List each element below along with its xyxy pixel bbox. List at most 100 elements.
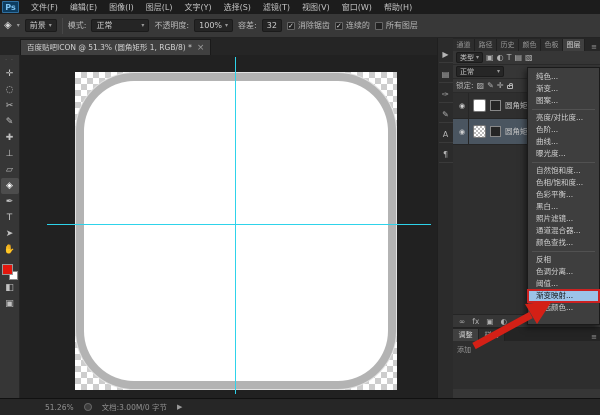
pen-tool[interactable]: ✒ bbox=[1, 194, 19, 210]
eraser-tool[interactable]: ▱ bbox=[1, 162, 19, 178]
path-selection-tool[interactable]: ➤ bbox=[1, 226, 19, 242]
lock-transparency-icon[interactable]: ▨ bbox=[477, 81, 485, 90]
type-tool[interactable]: T bbox=[1, 210, 19, 226]
lasso-tool[interactable]: ◌ bbox=[1, 82, 19, 98]
layer-thumbnail[interactable] bbox=[473, 99, 486, 112]
menu-item-channel-mixer[interactable]: 通道混合器... bbox=[528, 225, 599, 237]
document-tab[interactable]: 百度贴吧ICON @ 51.3% (圆角矩形 1, RGB/8) * × bbox=[20, 39, 212, 55]
lock-pixels-icon[interactable]: ✎ bbox=[487, 81, 494, 90]
menu-item-curves[interactable]: 曲线... bbox=[528, 136, 599, 148]
panel-menu-icon[interactable]: ≡ bbox=[588, 333, 600, 341]
menu-item-color-balance[interactable]: 色彩平衡... bbox=[528, 189, 599, 201]
screen-mode-button[interactable]: ▣ bbox=[1, 296, 19, 312]
tab-layers[interactable]: 图层 bbox=[563, 39, 585, 51]
panel-grip[interactable]: · · bbox=[5, 57, 14, 64]
menu-item-hue-saturation[interactable]: 色相/饱和度... bbox=[528, 177, 599, 189]
menu-item-invert[interactable]: 反相 bbox=[528, 254, 599, 266]
menu-item-exposure[interactable]: 曝光度... bbox=[528, 148, 599, 160]
paint-bucket-tool[interactable]: ◈ bbox=[0, 178, 19, 194]
paragraph-panel-icon[interactable]: ¶ bbox=[438, 150, 453, 163]
layer-vector-mask-thumbnail[interactable] bbox=[490, 126, 501, 137]
tab-styles[interactable]: 样式 bbox=[479, 329, 505, 341]
layer-thumbnail[interactable] bbox=[473, 125, 486, 138]
filter-pixel-icon[interactable]: ▣ bbox=[486, 53, 494, 62]
menu-edit[interactable]: 编辑(E) bbox=[64, 2, 103, 13]
menu-item-threshold[interactable]: 阈值... bbox=[528, 278, 599, 290]
panel-menu-icon[interactable]: ≡ bbox=[588, 43, 600, 51]
brush-presets-panel-icon[interactable]: ✎ bbox=[438, 110, 453, 123]
menu-view[interactable]: 视图(V) bbox=[296, 2, 336, 13]
link-layers-icon[interactable]: ∞ bbox=[459, 317, 465, 326]
rounded-rectangle-shape[interactable] bbox=[76, 73, 396, 389]
collapse-panels-icon[interactable]: ▶ bbox=[438, 50, 453, 63]
tab-swatches[interactable]: 色板 bbox=[541, 39, 563, 51]
tool-preset-caret-icon[interactable]: ▾ bbox=[17, 22, 20, 29]
tab-history[interactable]: 历史 bbox=[497, 39, 519, 51]
antialias-checkbox[interactable]: ✓ 消除锯齿 bbox=[286, 20, 330, 31]
layer-mask-icon[interactable]: ▣ bbox=[486, 317, 493, 326]
layer-blend-mode-select[interactable]: 正常 ▾ bbox=[456, 66, 504, 77]
menu-item-pattern[interactable]: 图案... bbox=[528, 95, 599, 107]
zoom-level-field[interactable]: 51.26% bbox=[45, 403, 74, 412]
menu-item-gradient-map[interactable]: 渐变映射... bbox=[527, 289, 600, 303]
contiguous-checkbox[interactable]: ✓ 连续的 bbox=[334, 20, 370, 31]
menu-item-photo-filter[interactable]: 照片滤镜... bbox=[528, 213, 599, 225]
styles-panel-icon[interactable]: ▤ bbox=[438, 70, 453, 83]
opacity-select[interactable]: 100% ▾ bbox=[194, 19, 234, 32]
canvas-area[interactable] bbox=[20, 55, 437, 398]
menu-item-brightness-contrast[interactable]: 亮度/对比度... bbox=[528, 112, 599, 124]
tab-adjustments[interactable]: 调整 bbox=[453, 329, 479, 341]
menu-item-solid-color[interactable]: 纯色... bbox=[528, 71, 599, 83]
crop-tool[interactable]: ✂ bbox=[1, 98, 19, 114]
visibility-eye-icon[interactable]: ◉ bbox=[456, 119, 469, 144]
lock-position-icon[interactable]: ✛ bbox=[497, 81, 504, 90]
horizontal-guide[interactable] bbox=[47, 224, 431, 225]
menu-item-vibrance[interactable]: 自然饱和度... bbox=[528, 165, 599, 177]
menu-type[interactable]: 文字(Y) bbox=[178, 2, 217, 13]
menu-select[interactable]: 选择(S) bbox=[218, 2, 257, 13]
menu-window[interactable]: 窗口(W) bbox=[336, 2, 378, 13]
tab-paths[interactable]: 路径 bbox=[475, 39, 497, 51]
all-layers-checkbox[interactable]: 所有图层 bbox=[374, 20, 418, 31]
menu-layer[interactable]: 图层(L) bbox=[140, 2, 179, 13]
eyedropper-tool[interactable]: ✎ bbox=[1, 114, 19, 130]
clone-stamp-tool[interactable]: ⊥ bbox=[1, 146, 19, 162]
status-expand-icon[interactable]: ▶ bbox=[177, 403, 182, 411]
close-icon[interactable]: × bbox=[197, 43, 205, 53]
lock-label: 锁定: bbox=[456, 81, 474, 90]
menu-item-levels[interactable]: 色阶... bbox=[528, 124, 599, 136]
foreground-color-swatch[interactable] bbox=[1, 264, 13, 275]
filter-smart-icon[interactable]: ▧ bbox=[525, 53, 533, 62]
menu-item-posterize[interactable]: 色调分离... bbox=[528, 266, 599, 278]
layer-mask-thumbnail[interactable] bbox=[490, 100, 501, 111]
menu-item-selective-color[interactable]: 可选颜色... bbox=[528, 302, 599, 314]
filter-type-select[interactable]: 类型 ▾ bbox=[456, 52, 484, 63]
fill-source-select[interactable]: 前景 ▾ bbox=[24, 19, 57, 32]
healing-brush-tool[interactable]: ✚ bbox=[1, 130, 19, 146]
move-tool[interactable]: ✛ bbox=[1, 66, 19, 82]
vertical-guide[interactable] bbox=[235, 57, 236, 394]
adjustment-layer-icon[interactable]: ◐ bbox=[500, 317, 507, 326]
document-canvas[interactable] bbox=[75, 72, 397, 390]
menu-item-gradient[interactable]: 渐变... bbox=[528, 83, 599, 95]
lock-all-icon[interactable] bbox=[506, 83, 513, 89]
layer-effects-icon[interactable]: fx bbox=[472, 317, 479, 326]
menu-item-black-white[interactable]: 黑白... bbox=[528, 201, 599, 213]
menu-image[interactable]: 图像(I) bbox=[103, 2, 140, 13]
filter-adjustment-icon[interactable]: ◐ bbox=[497, 53, 504, 62]
visibility-eye-icon[interactable]: ◉ bbox=[456, 93, 469, 118]
tab-color[interactable]: 颜色 bbox=[519, 39, 541, 51]
menu-file[interactable]: 文件(F) bbox=[25, 2, 64, 13]
filter-type-icon[interactable]: T bbox=[507, 53, 512, 62]
menu-help[interactable]: 帮助(H) bbox=[378, 2, 418, 13]
filter-shape-icon[interactable]: ▤ bbox=[514, 53, 522, 62]
brush-panel-icon[interactable]: ✑ bbox=[438, 90, 453, 103]
tab-channels[interactable]: 通道 bbox=[453, 39, 475, 51]
quick-mask-button[interactable]: ◧ bbox=[1, 280, 19, 296]
blend-mode-select[interactable]: 正常 ▾ bbox=[91, 19, 150, 32]
character-panel-icon[interactable]: A bbox=[438, 130, 453, 143]
hand-tool[interactable]: ✋ bbox=[1, 242, 19, 258]
menu-filter[interactable]: 滤镜(T) bbox=[257, 2, 296, 13]
menu-item-color-lookup[interactable]: 颜色查找... bbox=[528, 237, 599, 249]
tolerance-input[interactable]: 32 bbox=[261, 19, 282, 32]
